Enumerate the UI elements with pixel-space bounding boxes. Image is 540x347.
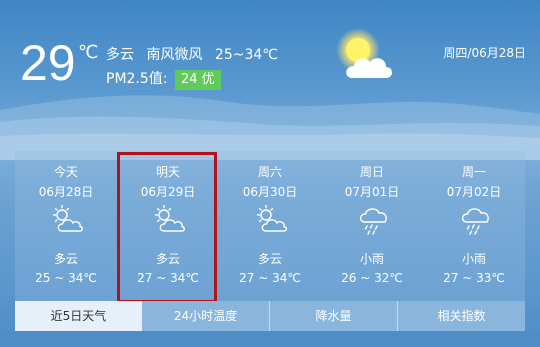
day-date: 07月02日 — [446, 185, 502, 199]
forecast-day-today[interactable]: 今天 06月28日 多云 25 ~ 34℃ — [15, 151, 117, 301]
day-temp-range: 26 ~ 32℃ — [341, 271, 403, 285]
tab-related-index[interactable]: 相关指数 — [398, 301, 525, 331]
pm25-label: PM2.5值: — [106, 71, 168, 87]
aqi-value: 24 — [180, 72, 198, 87]
current-condition: 多云 — [106, 47, 134, 63]
day-date: 06月28日 — [38, 185, 94, 199]
day-name: 周一 — [461, 165, 486, 179]
sun-cloud-icon — [336, 28, 392, 78]
current-temperature: 29 — [20, 35, 76, 91]
day-temp-range: 25 ~ 34℃ — [35, 271, 97, 285]
current-weather: 29 ℃ 多云 南风微风 25~34℃ PM2.5值: 24 优 周四/06月2… — [0, 0, 540, 150]
day-date: 07月01日 — [344, 185, 400, 199]
day-date: 06月30日 — [242, 185, 298, 199]
day-temp-range: 27 ~ 33℃ — [443, 271, 505, 285]
tab-5day-weather[interactable]: 近5日天气 — [15, 301, 142, 331]
forecast-day-saturday[interactable]: 周六 06月30日 多云 27 ~ 34℃ — [219, 151, 321, 301]
day-name: 周日 — [359, 165, 384, 179]
air-quality: PM2.5值: 24 优 — [106, 68, 221, 90]
forecast-day-monday[interactable]: 周一 07月02日 小雨 27 ~ 33℃ — [423, 151, 525, 301]
day-name: 今天 — [53, 165, 78, 179]
forecast-tabs: 近5日天气 24小时温度 降水量 相关指数 — [15, 301, 525, 331]
day-condition: 多云 — [257, 252, 282, 266]
selected-day-highlight — [117, 152, 217, 303]
aqi-level: 优 — [201, 72, 215, 87]
day-condition: 多云 — [53, 252, 78, 266]
forecast-day-sunday[interactable]: 周日 07月01日 小雨 26 ~ 32℃ — [321, 151, 423, 301]
tab-24h-temperature[interactable]: 24小时温度 — [142, 301, 269, 331]
day-name: 周六 — [257, 165, 282, 179]
light-rain-icon — [359, 208, 387, 235]
tab-precipitation[interactable]: 降水量 — [270, 301, 397, 331]
day-temp-range: 27 ~ 34℃ — [239, 271, 301, 285]
aqi-badge: 24 优 — [174, 70, 221, 90]
current-date: 周四/06月28日 — [443, 46, 526, 60]
day-condition: 小雨 — [359, 252, 384, 266]
current-wind: 南风微风 — [146, 47, 203, 63]
light-rain-icon — [461, 208, 489, 235]
partly-cloudy-icon — [256, 204, 287, 232]
bottom-strip — [0, 331, 540, 347]
day-condition: 小雨 — [461, 252, 486, 266]
temperature-unit: ℃ — [78, 42, 99, 63]
current-range: 25~34℃ — [214, 47, 278, 63]
current-summary: 多云 南风微风 25~34℃ — [106, 44, 286, 64]
partly-cloudy-icon — [52, 204, 83, 232]
